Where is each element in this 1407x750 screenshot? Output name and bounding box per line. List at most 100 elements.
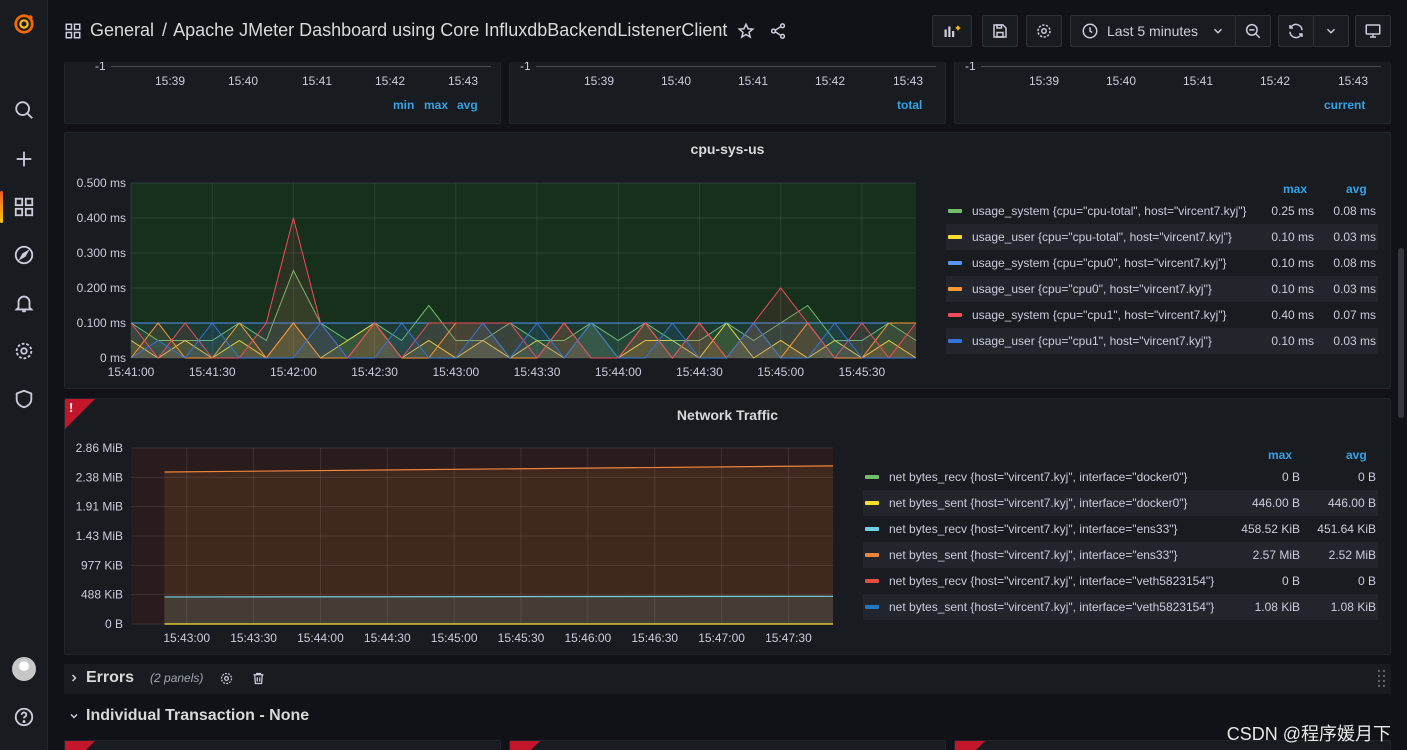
legend-avg-value: 0 B — [1357, 574, 1376, 588]
star-icon[interactable] — [737, 21, 755, 40]
legend-color-swatch[interactable] — [948, 287, 962, 291]
configuration-gear-icon[interactable] — [0, 331, 48, 371]
y-tick-label: 2.86 MiB — [76, 441, 123, 455]
legend-avg-value: 0.03 ms — [1333, 230, 1376, 244]
legend-color-swatch[interactable] — [865, 553, 879, 557]
zoom-out-button[interactable] — [1235, 15, 1271, 47]
add-panel-button[interactable] — [932, 15, 972, 47]
plus-icon[interactable] — [0, 139, 48, 179]
clock-icon — [1082, 23, 1098, 39]
top-panel-2: -1 15:39 15:40 15:41 15:42 15:43 total — [509, 62, 946, 124]
legend-item[interactable]: usage_system {cpu="cpu-total", host="vir… — [946, 198, 1378, 224]
page-scrollbar[interactable] — [1398, 248, 1404, 418]
explore-compass-icon[interactable] — [0, 235, 48, 275]
y-tick-label: 0.300 ms — [77, 246, 126, 260]
legend-header-max[interactable]: max — [424, 98, 448, 112]
grafana-logo-icon[interactable] — [0, 4, 48, 44]
legend-color-swatch[interactable] — [948, 313, 962, 317]
dashboards-icon[interactable] — [0, 187, 48, 227]
legend-max-value: 0 B — [1281, 574, 1300, 588]
legend-item[interactable]: usage_system {cpu="cpu1", host="vircent7… — [946, 302, 1378, 328]
cycle-view-mode-button[interactable] — [1355, 15, 1391, 47]
legend-avg-value: 1.08 KiB — [1330, 600, 1376, 614]
legend-header-min[interactable]: min — [393, 98, 414, 112]
row-delete-trash-icon[interactable] — [251, 671, 266, 686]
legend-item[interactable]: net bytes_recv {host="vircent7.kyj", int… — [863, 568, 1378, 594]
settings-gear-icon — [1037, 24, 1051, 38]
legend-color-swatch[interactable] — [865, 579, 879, 583]
legend-color-swatch[interactable] — [948, 261, 962, 265]
cpu-panel: cpu-sys-us 0 ms 0.100 ms 0.200 ms 0.300 ms 0… — [64, 132, 1391, 389]
legend-color-swatch[interactable] — [948, 209, 962, 213]
monitor-icon — [1365, 24, 1381, 38]
y-tick: -1 — [95, 62, 106, 73]
refresh-button[interactable] — [1278, 15, 1314, 47]
refresh-interval-dropdown[interactable] — [1313, 15, 1349, 47]
add-panel-icon — [944, 25, 961, 37]
row-transaction[interactable]: Individual Transaction - None — [68, 707, 309, 725]
legend-item[interactable]: net bytes_sent {host="vircent7.kyj", int… — [863, 542, 1378, 568]
legend-header-total[interactable]: total — [897, 98, 922, 112]
legend-avg-value: 0.03 ms — [1333, 334, 1376, 348]
legend-item[interactable]: usage_user {cpu="cpu0", host="vircent7.k… — [946, 276, 1378, 302]
legend-header-avg[interactable]: avg — [1346, 448, 1367, 462]
legend-item[interactable]: net bytes_sent {host="vircent7.kyj", int… — [863, 490, 1378, 516]
chevron-right-icon — [71, 674, 77, 682]
legend-item[interactable]: usage_user {cpu="cpu1", host="vircent7.k… — [946, 328, 1378, 354]
legend-item[interactable]: net bytes_recv {host="vircent7.kyj", int… — [863, 516, 1378, 542]
legend-color-swatch[interactable] — [865, 501, 879, 505]
time-range-picker[interactable]: Last 5 minutes — [1070, 15, 1236, 47]
x-tick-label: 15:42:30 — [351, 365, 398, 379]
row-settings-gear-icon[interactable] — [219, 671, 234, 686]
legend-header-avg[interactable]: avg — [1346, 182, 1367, 196]
alerting-bell-icon[interactable] — [0, 283, 48, 323]
legend-header-avg[interactable]: avg — [457, 98, 478, 112]
y-tick-label: 0.200 ms — [77, 281, 126, 295]
panel-error-corner[interactable] — [510, 741, 540, 750]
legend-header-max[interactable]: max — [1268, 448, 1292, 462]
row-title[interactable]: Errors (2 panels) — [68, 669, 266, 687]
panel-error-corner[interactable] — [955, 741, 985, 750]
help-icon[interactable] — [0, 697, 48, 737]
legend-avg-value: 446.00 B — [1327, 496, 1376, 510]
legend-color-swatch[interactable] — [865, 527, 879, 531]
breadcrumb-folder[interactable]: General — [90, 20, 154, 41]
legend-item[interactable]: usage_system {cpu="cpu0", host="vircent7… — [946, 250, 1378, 276]
legend-item[interactable]: net bytes_sent {host="vircent7.kyj", int… — [863, 594, 1378, 620]
legend-max-value: 0.25 ms — [1271, 204, 1314, 218]
server-admin-shield-icon[interactable] — [0, 379, 48, 419]
grafana-logo-icon-svg — [14, 14, 34, 34]
legend-header-current[interactable]: current — [1324, 98, 1365, 112]
legend-max-value: 0.40 ms — [1271, 308, 1314, 322]
legend-color-swatch[interactable] — [865, 475, 879, 479]
row-errors[interactable]: Errors (2 panels) — [64, 664, 1391, 694]
legend-item[interactable]: usage_user {cpu="cpu-total", host="virce… — [946, 224, 1378, 250]
x-tick: 15:41 — [1183, 74, 1214, 88]
dashboard-settings-button[interactable] — [1026, 15, 1062, 47]
search-icon[interactable] — [0, 90, 48, 130]
share-icon[interactable] — [769, 22, 787, 40]
legend-color-swatch[interactable] — [948, 339, 962, 343]
drag-handle-icon[interactable] — [1377, 668, 1387, 688]
x-tick-label: 15:44:00 — [297, 631, 344, 645]
network-chart[interactable]: 0 B 488 KiB 977 KiB 1.43 MiB 1.91 MiB 2.38 Mi… — [65, 399, 855, 655]
save-dashboard-button[interactable] — [982, 15, 1018, 47]
legend-color-swatch[interactable] — [948, 235, 962, 239]
legend-max-value: 0.10 ms — [1271, 334, 1314, 348]
panel-error-corner[interactable] — [65, 741, 95, 750]
legend-item[interactable]: net bytes_recv {host="vircent7.kyj", int… — [863, 464, 1378, 490]
x-tick-label: 15:46:00 — [564, 631, 611, 645]
y-tick-label: 2.38 MiB — [76, 470, 123, 484]
x-tick: 15:43 — [893, 74, 924, 88]
side-menu — [0, 0, 48, 750]
user-avatar[interactable] — [12, 657, 36, 681]
cpu-chart[interactable]: 0 ms 0.100 ms 0.200 ms 0.300 ms 0.400 ms 0.50… — [65, 133, 945, 389]
x-tick-label: 15:47:00 — [698, 631, 745, 645]
x-tick-label: 15:41:30 — [189, 365, 236, 379]
breadcrumb-dashboard-title[interactable]: Apache JMeter Dashboard using Core Influ… — [173, 20, 727, 41]
legend-color-swatch[interactable] — [865, 605, 879, 609]
legend-header-max[interactable]: max — [1283, 182, 1307, 196]
chevron-down-icon — [1327, 28, 1335, 34]
x-tick: 15:43 — [1338, 74, 1369, 88]
legend-series-name: net bytes_sent {host="vircent7.kyj", int… — [889, 496, 1188, 510]
